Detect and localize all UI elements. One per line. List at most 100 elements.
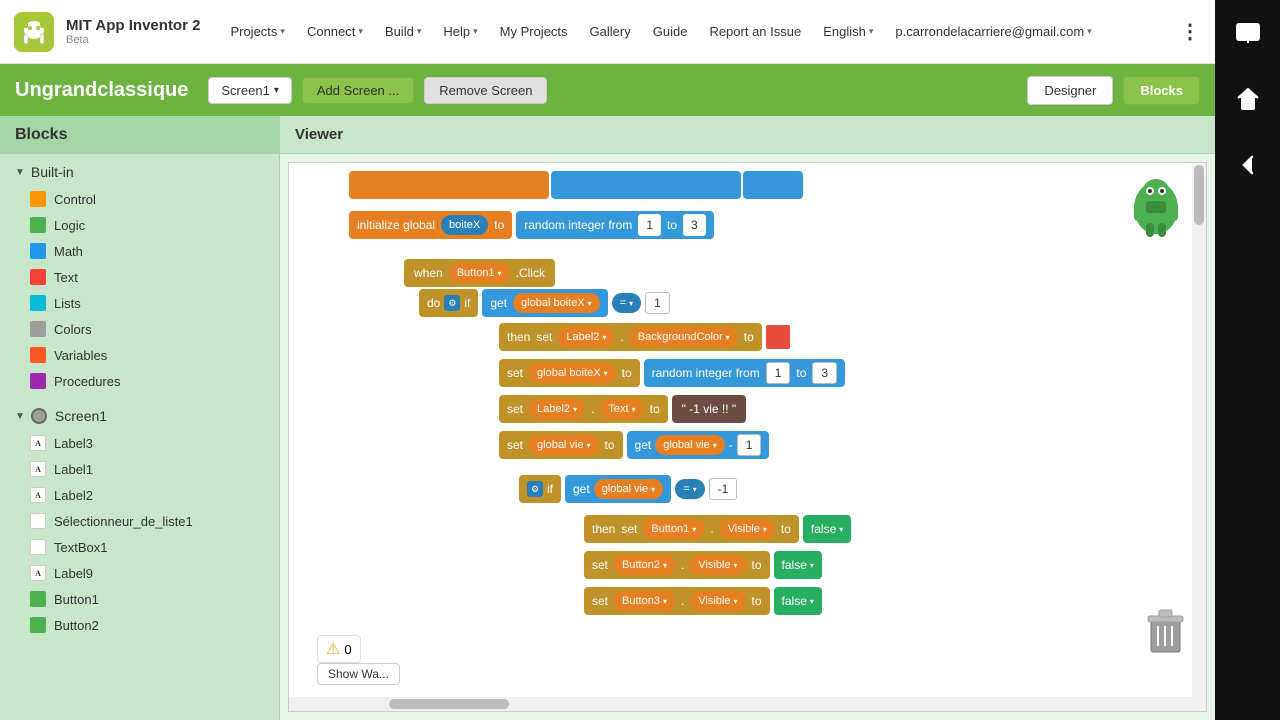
minus1-val[interactable]: -1 [709,478,738,500]
designer-button[interactable]: Designer [1027,76,1113,105]
global-vie-dropdown[interactable]: global vie ▾ [529,435,599,455]
sidebar-item-text[interactable]: Text [0,264,279,290]
screen1-dropdown[interactable]: Screen1 ▾ [208,77,291,104]
mascot [1126,173,1186,248]
val1-input[interactable]: 1 [638,214,661,236]
sidebar-item-button2[interactable]: Button2 [0,612,279,638]
nav-english[interactable]: English▾ [813,16,883,47]
horizontal-scrollbar[interactable] [289,697,1206,711]
minus1-vie-string[interactable]: " -1 vie !! " [672,395,747,423]
set-global-boiteX-label: set global boiteX ▾ to [499,359,640,387]
do-label: do ⚙ if [419,289,478,317]
sidebar-item-textbox1[interactable]: TextBox1 [0,534,279,560]
false1-block[interactable]: false ▾ [803,515,851,543]
vie2-dropdown[interactable]: global vie ▾ [594,479,664,499]
sidebar-item-label9[interactable]: A Label9 [0,560,279,586]
false3-block[interactable]: false ▾ [774,587,822,615]
bgcolor-dropdown[interactable]: BackgroundColor ▾ [630,327,738,347]
nav-guide[interactable]: Guide [643,16,698,47]
nav-build[interactable]: Build▾ [375,16,431,47]
textbox-icon [30,539,46,555]
btn1-dropdown[interactable]: Button1 ▾ [643,519,704,539]
sidebar-item-math[interactable]: Math [0,238,279,264]
warning-count: 0 [344,642,351,657]
nav-connect[interactable]: Connect▾ [297,16,373,47]
equals-dropdown[interactable]: = ▾ [612,293,641,313]
rand-val3[interactable]: 3 [812,362,837,384]
partial-block-blue2[interactable] [743,171,803,199]
nav-gallery[interactable]: Gallery [580,16,641,47]
home-icon[interactable] [1230,81,1266,117]
set-button1-visible-block: then set Button1 ▾ . Visible ▾ to [584,515,851,543]
partial-block-blue[interactable] [551,171,741,199]
btn3-dropdown[interactable]: Button3 ▾ [614,591,675,611]
sidebar-item-label3[interactable]: A Label3 [0,430,279,456]
vertical-scrollbar[interactable] [1192,163,1206,697]
visible1-dropdown[interactable]: Visible ▾ [720,519,775,539]
remove-screen-button[interactable]: Remove Screen [424,77,547,104]
math-icon [30,243,46,259]
logo-text: MIT App Inventor 2 Beta [66,17,200,46]
app-bar: Ungrandclassique Screen1 ▾ Add Screen ..… [0,64,1215,116]
more-options-button[interactable]: ⋮ [1175,14,1205,49]
when-click-block[interactable]: when Button1 ▾ .Click [404,259,555,287]
h-scrollbar-thumb[interactable] [389,699,509,709]
blocks-area: initialize global boiteX to random integ… [289,163,1206,691]
warning-badge: ⚠ 0 [317,635,361,663]
sidebar-item-label1[interactable]: A Label1 [0,456,279,482]
v-scrollbar-thumb[interactable] [1194,165,1204,225]
nav-projects[interactable]: Projects▾ [220,16,295,47]
workspace: Blocks ▼ Built-in Control Logic M [0,116,1215,720]
nav-items: Projects▾ Connect▾ Build▾ Help▾ My Proje… [220,16,1175,47]
sidebar-item-label2[interactable]: A Label2 [0,482,279,508]
add-screen-button[interactable]: Add Screen ... [302,77,414,104]
label2-dropdown[interactable]: Label2 ▾ [558,327,614,347]
procedures-icon [30,373,46,389]
get-vie-dropdown[interactable]: global vie ▾ [655,435,725,455]
screen-view-icon[interactable] [1230,15,1266,51]
sidebar-item-selectionneur[interactable]: Sélectionneur_de_liste1 [0,508,279,534]
nav-my-projects[interactable]: My Projects [490,16,578,47]
nav-help[interactable]: Help▾ [433,16,487,47]
sidebar-item-button1[interactable]: Button1 [0,586,279,612]
false2-block[interactable]: false ▾ [774,551,822,579]
sidebar-item-variables[interactable]: Variables [0,342,279,368]
partial-block-orange[interactable] [349,171,549,199]
sidebar-item-colors[interactable]: Colors [0,316,279,342]
sidebar-item-control[interactable]: Control [0,186,279,212]
red-color-block[interactable] [766,325,790,349]
visible3-dropdown[interactable]: Visible ▾ [690,591,745,611]
back-icon[interactable] [1230,147,1266,183]
set-boiteX-dropdown[interactable]: global boiteX ▾ [529,363,616,383]
sidebar-item-logic[interactable]: Logic [0,212,279,238]
sidebar-item-lists[interactable]: Lists [0,290,279,316]
nav-report[interactable]: Report an Issue [699,16,811,47]
global-boiteX-dropdown[interactable]: global boiteX ▾ [513,293,600,313]
if-icon: ⚙ [444,295,460,311]
screen1-toggle[interactable]: ▼ Screen1 [0,402,279,430]
init-global-block[interactable]: initialize global boiteX to random integ… [349,211,714,239]
builtin-toggle[interactable]: ▼ Built-in [0,158,279,186]
val1-compare[interactable]: 1 [645,292,670,314]
if-icon2: ⚙ [527,481,543,497]
label2-text-dropdown[interactable]: Label2 ▾ [529,399,585,419]
blocks-button[interactable]: Blocks [1123,76,1200,105]
show-warnings-button[interactable]: Show Wa... [317,663,400,685]
label-icon: A [30,461,46,477]
set-button2-visible-block: set Button2 ▾ . Visible ▾ to [584,551,822,579]
button1-dropdown[interactable]: Button1 ▾ [449,263,510,283]
nav-user-email[interactable]: p.carrondelacarriere@gmail.com▾ [885,16,1101,47]
blocks-canvas[interactable]: initialize global boiteX to random integ… [288,162,1207,712]
rand-val1[interactable]: 1 [766,362,791,384]
builtin-label: Built-in [31,164,74,180]
trash-icon[interactable] [1143,608,1188,663]
btn2-dropdown[interactable]: Button2 ▾ [614,555,675,575]
get-global-boiteX-block: get global boiteX ▾ [482,289,607,317]
val3-input[interactable]: 3 [683,214,706,236]
eq2-dropdown[interactable]: = ▾ [675,479,704,499]
text-dropdown[interactable]: Text ▾ [600,399,643,419]
sidebar-item-procedures[interactable]: Procedures [0,368,279,394]
set-global-boiteX-block: set global boiteX ▾ to random integer fr… [499,359,845,387]
visible2-dropdown[interactable]: Visible ▾ [690,555,745,575]
minus-1-val[interactable]: 1 [737,434,762,456]
